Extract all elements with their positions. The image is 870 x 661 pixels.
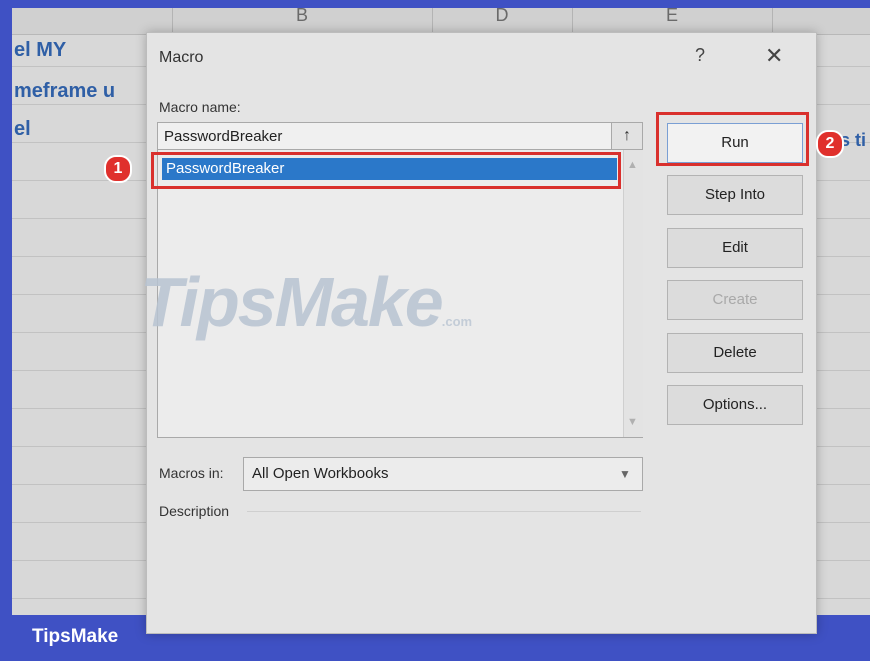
macros-in-label: Macros in: — [159, 465, 224, 481]
options-button[interactable]: Options... — [667, 385, 803, 425]
scroll-down-icon[interactable]: ▼ — [627, 416, 638, 428]
sheet-cell[interactable]: el — [14, 118, 31, 141]
upload-icon[interactable]: ↑ — [611, 122, 643, 150]
list-item-callout — [151, 152, 621, 189]
scroll-up-icon[interactable]: ▲ — [627, 159, 638, 171]
step-into-button[interactable]: Step Into — [667, 175, 803, 215]
footer-brand: TipsMake — [32, 626, 119, 647]
description-divider — [247, 511, 641, 512]
column-header-b[interactable]: B — [172, 8, 433, 34]
dialog-title: Macro — [159, 49, 204, 66]
sheet-cell[interactable]: el MY — [14, 39, 66, 62]
delete-button[interactable]: Delete — [667, 333, 803, 373]
macro-name-label: Macro name: — [159, 99, 241, 115]
column-header-d[interactable]: D — [432, 8, 573, 34]
help-button[interactable]: ? — [695, 45, 705, 66]
edit-button[interactable]: Edit — [667, 228, 803, 268]
column-header-a[interactable] — [12, 8, 173, 34]
create-button[interactable]: Create — [667, 280, 803, 320]
column-header-e[interactable]: E — [572, 8, 773, 34]
watermark-text: TipsMake — [140, 263, 444, 341]
sheet-cell[interactable]: meframe u — [14, 80, 115, 103]
description-label: Description — [159, 503, 230, 519]
run-button-callout — [656, 112, 809, 166]
macro-name-value: PasswordBreaker — [164, 128, 283, 145]
macros-in-select[interactable]: All Open Workbooks ▼ — [243, 457, 643, 491]
step-2-badge: 2 — [816, 130, 844, 158]
close-icon[interactable]: ✕ — [765, 43, 783, 69]
macro-name-input[interactable]: PasswordBreaker — [157, 122, 643, 150]
watermark-suffix: .com — [441, 314, 473, 329]
list-scrollbar[interactable]: ▲ ▼ — [623, 150, 643, 437]
watermark: TipsMake.com — [140, 262, 472, 342]
chevron-down-icon[interactable]: ▼ — [609, 458, 641, 490]
step-1-badge: 1 — [104, 155, 132, 183]
macros-in-value: All Open Workbooks — [252, 465, 389, 482]
column-header-bar: B D E — [12, 8, 870, 35]
